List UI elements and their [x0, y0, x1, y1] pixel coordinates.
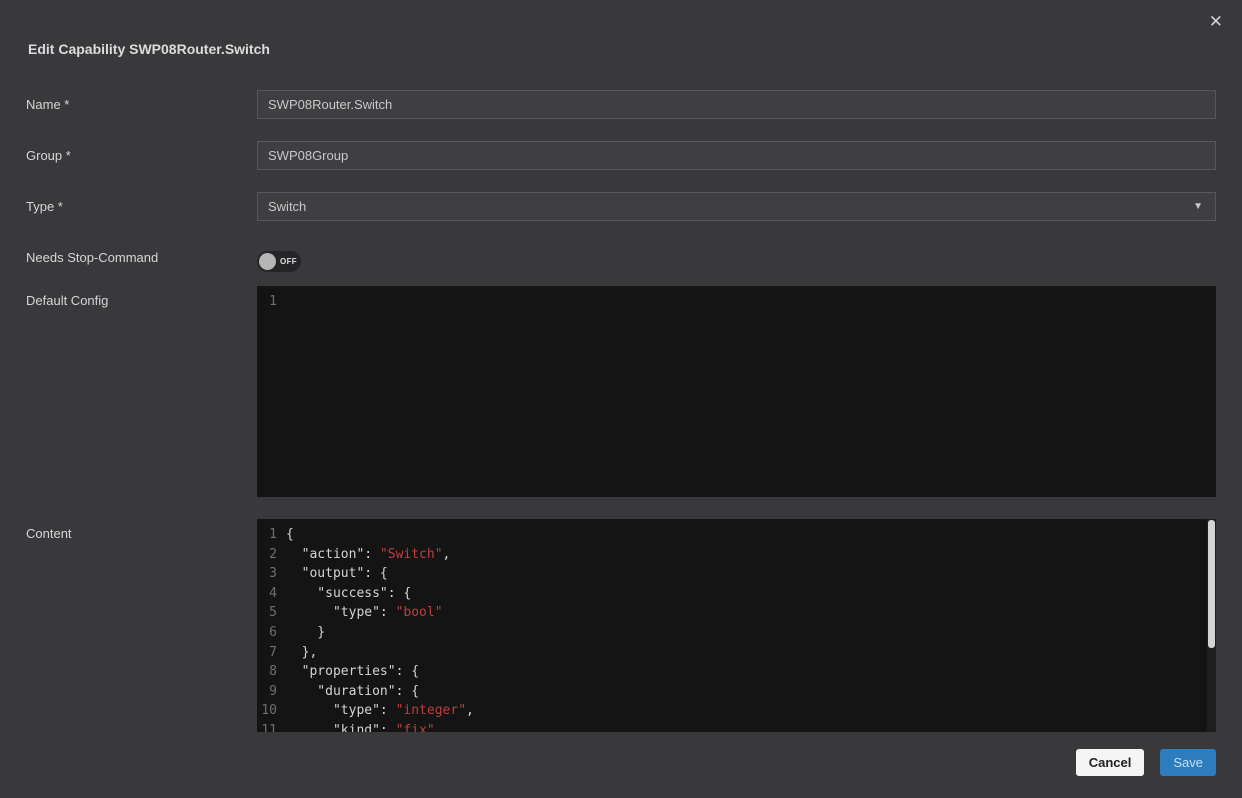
code-line: 1{ [257, 525, 1216, 545]
code-text: "action": "Switch", [286, 547, 450, 562]
toggle-state-label: OFF [276, 257, 301, 266]
save-button[interactable]: Save [1160, 749, 1216, 776]
code-line: 10 "type": "integer", [257, 701, 1216, 721]
line-number: 1 [257, 525, 277, 545]
line-number: 6 [257, 623, 277, 643]
line-number: 9 [257, 682, 277, 702]
code-line: 11 "kind": "fix" [257, 721, 1216, 732]
line-number: 2 [257, 545, 277, 565]
line-number: 3 [257, 564, 277, 584]
code-text: "type": "integer", [286, 703, 474, 718]
line-number: 5 [257, 603, 277, 623]
form-row-content: Content 1{2 "action": "Switch",3 "output… [26, 519, 1216, 732]
form-row-name: Name * [26, 90, 1216, 119]
code-text: "duration": { [286, 684, 419, 699]
code-text: "type": "bool" [286, 605, 443, 620]
type-label: Type * [26, 192, 257, 214]
close-icon[interactable]: ✕ [1209, 13, 1223, 30]
edit-capability-form: Name * Group * Type * Switch ▼ Needs Sto… [0, 90, 1242, 732]
code-line: 1 [257, 292, 1216, 312]
line-number: 8 [257, 662, 277, 682]
modal-header: Edit Capability SWP08Router.Switch [0, 0, 1242, 57]
scrollbar-thumb[interactable] [1208, 520, 1215, 648]
needs-stop-command-toggle[interactable]: OFF [257, 251, 301, 272]
modal-title: Edit Capability SWP08Router.Switch [28, 41, 1214, 57]
code-line: 8 "properties": { [257, 662, 1216, 682]
form-row-group: Group * [26, 141, 1216, 170]
default-config-editor[interactable]: 1 [257, 286, 1216, 497]
form-row-default-config: Default Config 1 [26, 286, 1216, 497]
form-row-type: Type * Switch ▼ [26, 192, 1216, 221]
code-line: 6 } [257, 623, 1216, 643]
code-line: 4 "success": { [257, 584, 1216, 604]
code-text: "output": { [286, 566, 388, 581]
needs-stop-command-label: Needs Stop-Command [26, 248, 257, 265]
code-line: 2 "action": "Switch", [257, 545, 1216, 565]
cancel-button[interactable]: Cancel [1076, 749, 1145, 776]
code-text: "kind": "fix" [286, 723, 435, 732]
name-input[interactable] [257, 90, 1216, 119]
content-label: Content [26, 519, 257, 541]
type-select[interactable]: Switch ▼ [257, 192, 1216, 221]
code-text: }, [286, 645, 317, 660]
line-number: 11 [257, 721, 277, 732]
form-row-needs-stop-command: Needs Stop-Command OFF [26, 248, 1216, 272]
code-line: 5 "type": "bool" [257, 603, 1216, 623]
content-editor-scrollbar[interactable] [1207, 519, 1216, 732]
code-line: 3 "output": { [257, 564, 1216, 584]
toggle-knob [259, 253, 276, 270]
line-number: 1 [257, 292, 277, 312]
name-label: Name * [26, 90, 257, 112]
group-input[interactable] [257, 141, 1216, 170]
line-number: 4 [257, 584, 277, 604]
code-text: "success": { [286, 586, 411, 601]
code-text: { [286, 527, 294, 542]
content-editor[interactable]: 1{2 "action": "Switch",3 "output": {4 "s… [257, 519, 1216, 732]
type-select-value: Switch [268, 199, 1193, 214]
group-label: Group * [26, 141, 257, 163]
code-text: "properties": { [286, 664, 419, 679]
code-line: 7 }, [257, 643, 1216, 663]
modal-footer: Cancel Save [0, 749, 1242, 776]
code-text: } [286, 625, 325, 640]
line-number: 10 [257, 701, 277, 721]
line-number: 7 [257, 643, 277, 663]
chevron-down-icon: ▼ [1193, 201, 1205, 212]
default-config-label: Default Config [26, 286, 257, 308]
code-line: 9 "duration": { [257, 682, 1216, 702]
